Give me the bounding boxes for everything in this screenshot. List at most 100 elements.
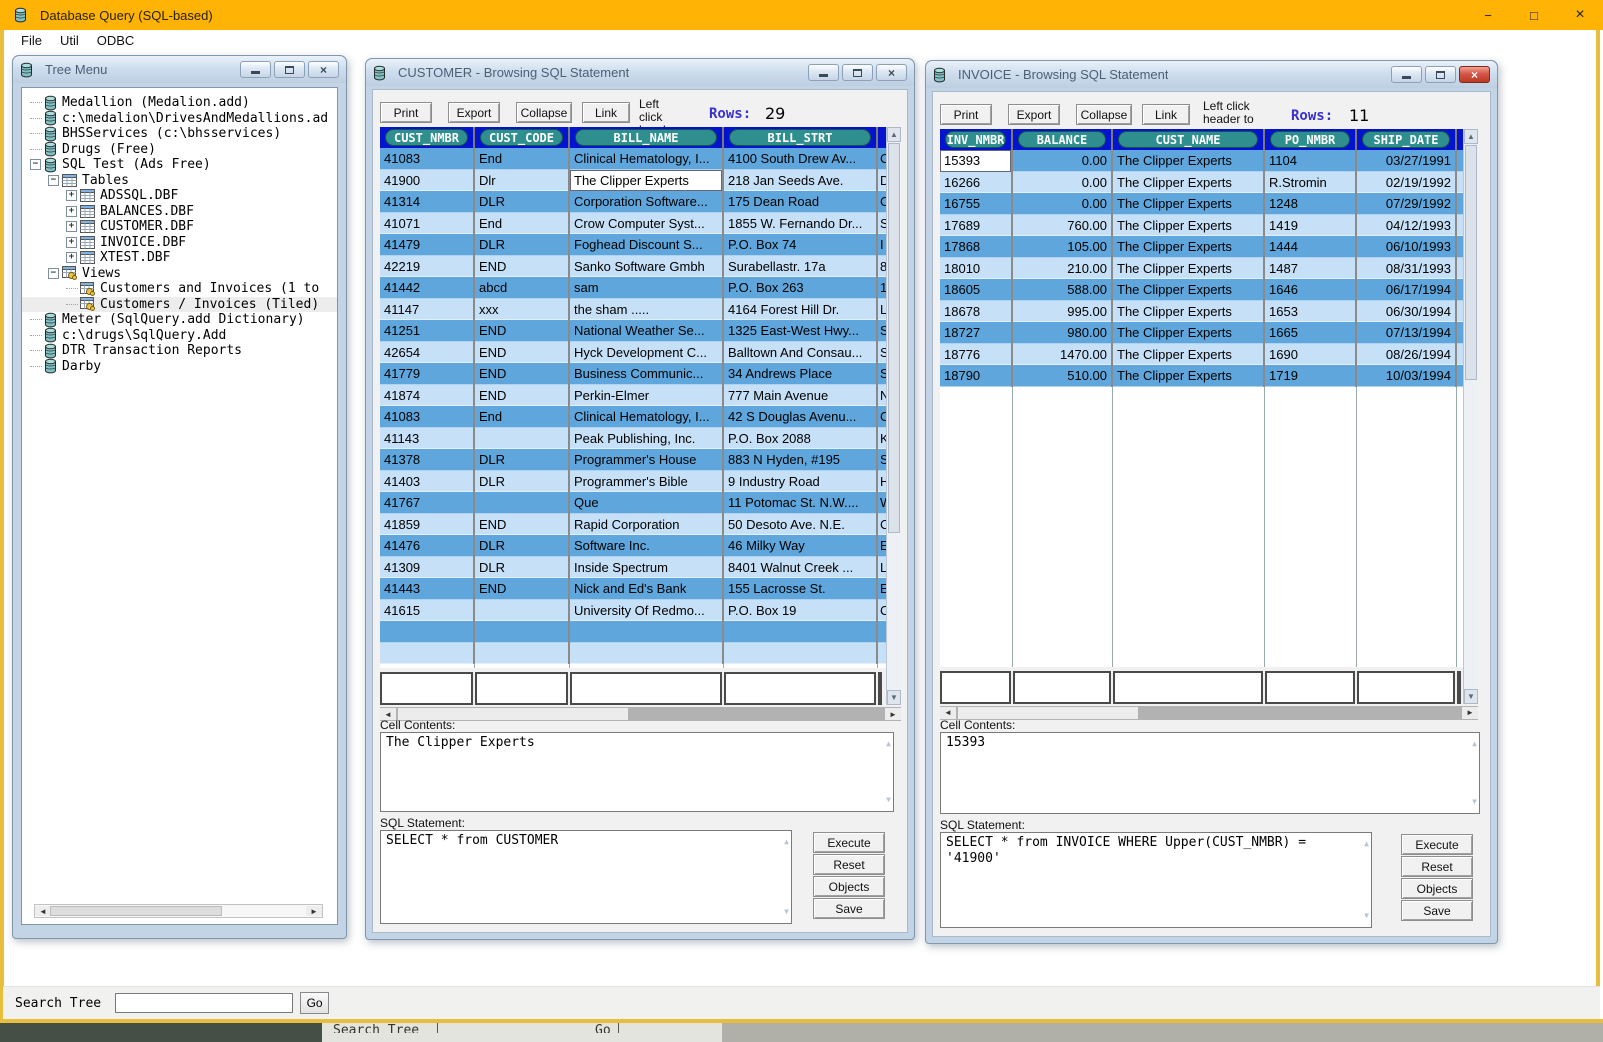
tree-item-c-drugs-sqlquery-add[interactable]: c:\drugs\SqlQuery.Add [22,328,337,344]
table-cell[interactable]: DLR [475,449,570,471]
customer-column-header-cust_nmbr[interactable]: CUST_NMBR [380,127,475,148]
table-cell[interactable]: Balltown And Consau... [724,342,878,364]
table-cell[interactable]: P.O. Box 19 [724,600,878,622]
table-cell[interactable] [475,600,570,622]
table-cell[interactable]: END [475,578,570,600]
table-cell[interactable]: 41442 [380,277,475,299]
invoice-column-header-ship_date[interactable]: SHIP_DATE [1357,129,1457,150]
invoice-execute-button[interactable]: Execute [1401,834,1473,855]
table-cell[interactable]: 42 S Douglas Avenu... [724,406,878,428]
table-cell[interactable]: 41083 [380,148,475,170]
table-cell[interactable]: Programmer's Bible [570,471,724,493]
table-cell[interactable]: 0.00 [1013,150,1113,172]
table-cell[interactable]: 41378 [380,449,475,471]
table-cell[interactable]: End [475,148,570,170]
table-cell[interactable]: The Clipper Experts [1113,215,1265,237]
table-cell[interactable]: 1325 East-West Hwy... [724,320,878,342]
table-cell[interactable]: The Clipper Experts [1113,365,1265,387]
tree-item-dtr-transaction-reports[interactable]: DTR Transaction Reports [22,343,337,359]
table-cell[interactable]: Dlr [475,170,570,192]
scroll-down-icon[interactable]: ▼ [887,690,901,705]
table-cell[interactable]: End [475,406,570,428]
table-cell[interactable]: 1470.00 [1013,344,1113,366]
table-cell[interactable]: The Clipper Experts [570,170,724,192]
minimize-icon[interactable]: − [1465,0,1511,30]
table-cell[interactable]: Hyck Development C... [570,342,724,364]
table-cell[interactable]: 06/10/1993 [1357,236,1457,258]
invoice-link-button[interactable]: Link [1142,104,1190,125]
table-cell[interactable]: 175 Dean Road [724,191,878,213]
scroll-up-icon[interactable]: ▲ [1464,129,1478,144]
table-cell[interactable]: 34 Andrews Place [724,363,878,385]
customer-link-button[interactable]: Link [582,102,630,123]
table-cell[interactable]: 1444 [1265,236,1357,258]
tree-horizontal-scrollbar[interactable]: ◄ ► [34,904,323,918]
maximize-icon[interactable]: □ [1511,0,1557,30]
tree-item-bhsservices-c-bhsservices[interactable]: BHSServices (c:\bhsservices) [22,126,337,142]
table-cell[interactable]: 06/30/1994 [1357,301,1457,323]
table-cell[interactable]: 46 Milky Way [724,535,878,557]
tree-item-customers-and-invoices-1-to[interactable]: Customers and Invoices (1 to [22,281,337,297]
tree-item-balances-dbf[interactable]: +BALANCES.DBF [22,204,337,220]
table-cell[interactable]: P.O. Box 263 [724,277,878,299]
table-cell[interactable]: Business Communic... [570,363,724,385]
table-cell[interactable]: Peak Publishing, Inc. [570,428,724,450]
edit-cell[interactable] [940,671,1011,704]
table-cell[interactable]: 41309 [380,557,475,579]
table-cell[interactable]: 17868 [940,236,1013,258]
table-cell[interactable]: DLR [475,535,570,557]
table-cell[interactable]: 17689 [940,215,1013,237]
tree-item-darby[interactable]: Darby [22,359,337,375]
table-cell[interactable]: 41147 [380,299,475,321]
customer-horizontal-scrollbar[interactable]: ◄► [380,707,901,721]
expand-plus-icon[interactable]: + [66,252,77,263]
table-cell[interactable]: Surabellastr. 17a [724,256,878,278]
table-cell[interactable]: 41143 [380,428,475,450]
table-cell[interactable]: 155 Lacrosse St. [724,578,878,600]
table-cell[interactable]: 1248 [1265,193,1357,215]
table-cell[interactable]: 41403 [380,471,475,493]
customer-export-button[interactable]: Export [448,102,500,123]
tree-item-c-medalion-drivesandmedallions-ad[interactable]: c:\medalion\DrivesAndMedallions.ad [22,111,337,127]
tree-window-titlebar[interactable]: Tree Menu × [13,56,346,83]
table-cell[interactable]: Clinical Hematology, I... [570,406,724,428]
table-cell[interactable] [570,621,724,643]
table-cell[interactable]: 980.00 [1013,322,1113,344]
table-cell[interactable]: 18790 [940,365,1013,387]
table-cell[interactable]: 10/03/1994 [1357,365,1457,387]
edit-cell[interactable] [570,672,722,705]
tree-item-sql-test-ads-free[interactable]: −SQL Test (Ads Free) [22,157,337,173]
tree-maximize-icon[interactable] [274,61,305,78]
table-cell[interactable]: 07/13/1994 [1357,322,1457,344]
table-cell[interactable] [475,621,570,643]
tree-item-customer-dbf[interactable]: +CUSTOMER.DBF [22,219,337,235]
customer-reset-button[interactable]: Reset [813,854,885,875]
table-cell[interactable]: 41251 [380,320,475,342]
table-cell[interactable]: 995.00 [1013,301,1113,323]
table-cell[interactable]: END [475,256,570,278]
table-cell[interactable]: 16266 [940,172,1013,194]
tree-close-icon[interactable]: × [308,61,339,78]
customer-sql-box[interactable]: SELECT * from CUSTOMER▲▼ [380,830,792,924]
table-cell[interactable] [475,428,570,450]
tree-minimize-icon[interactable] [240,61,271,78]
table-cell[interactable]: The Clipper Experts [1113,322,1265,344]
table-cell[interactable]: Que [570,492,724,514]
table-cell[interactable]: 510.00 [1013,365,1113,387]
customer-minimize-icon[interactable] [808,64,839,81]
table-cell[interactable]: 07/29/1992 [1357,193,1457,215]
table-cell[interactable] [475,643,570,665]
scroll-thumb[interactable] [50,906,222,916]
customer-column-header-bill_strt[interactable]: BILL_STRT [724,127,878,148]
table-cell[interactable]: 1719 [1265,365,1357,387]
table-cell[interactable]: 08/31/1993 [1357,258,1457,280]
tree-item-tables[interactable]: −Tables [22,173,337,189]
table-cell[interactable]: 1487 [1265,258,1357,280]
table-cell[interactable] [724,643,878,665]
table-cell[interactable]: 41071 [380,213,475,235]
table-cell[interactable]: Crow Computer Syst... [570,213,724,235]
table-cell[interactable]: Perkin-Elmer [570,385,724,407]
table-cell[interactable]: 41874 [380,385,475,407]
table-cell[interactable]: END [475,363,570,385]
table-cell[interactable]: 08/26/1994 [1357,344,1457,366]
